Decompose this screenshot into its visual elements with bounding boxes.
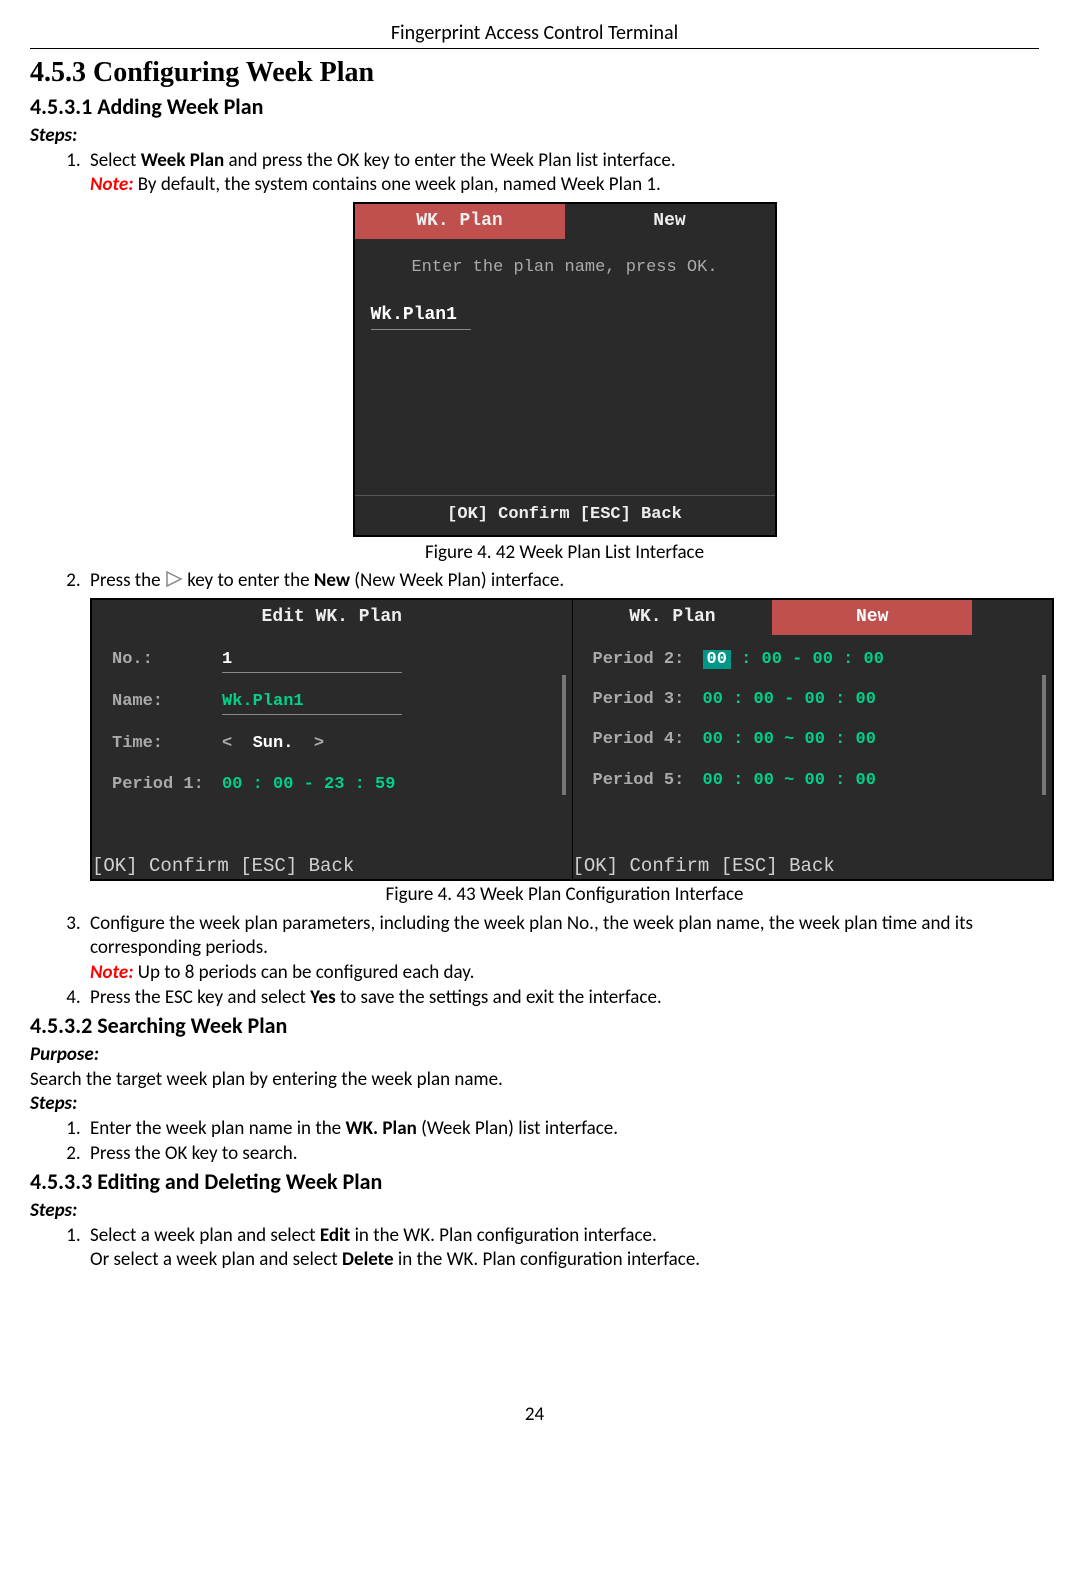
tab-bar: WK. Plan New bbox=[573, 600, 1053, 635]
new-wk-plan-panel: WK. Plan New Period 2: 00 : 00 - 00 : 00… bbox=[573, 600, 1053, 879]
time-selector[interactable]: < Sun. > bbox=[222, 733, 324, 755]
section-heading-4533: 4.5.3.3 Editing and Deleting Week Plan bbox=[30, 1168, 1039, 1197]
period3-label: Period 3: bbox=[593, 689, 703, 711]
figure-42-caption: Figure 4. 42 Week Plan List Interface bbox=[90, 541, 1039, 566]
edit-wk-plan-panel: Edit WK. Plan No.: 1 Name: Wk.Plan1 Time… bbox=[92, 600, 573, 879]
doc-header: Fingerprint Access Control Terminal bbox=[30, 20, 1039, 49]
page-number: 24 bbox=[30, 1403, 1039, 1428]
tab-wk-plan[interactable]: WK. Plan bbox=[573, 600, 773, 635]
week-plan-list-screenshot: WK. Plan New Enter the plan name, press … bbox=[353, 202, 777, 536]
note-label: Note: bbox=[90, 173, 133, 196]
tab-new[interactable]: New bbox=[772, 600, 972, 635]
steps-list-editing: Select a week plan and select Edit in th… bbox=[60, 1224, 1039, 1273]
period5-value[interactable]: 00 : 00 ~ 00 : 00 bbox=[703, 770, 876, 792]
no-value[interactable]: 1 bbox=[222, 649, 402, 673]
time-label: Time: bbox=[112, 733, 222, 755]
steps-label: Steps: bbox=[30, 1092, 1039, 1117]
right-triangle-icon bbox=[165, 569, 183, 592]
period2-label: Period 2: bbox=[593, 649, 703, 671]
purpose-text: Search the target week plan by entering … bbox=[30, 1068, 1039, 1093]
tab-wk-plan[interactable]: WK. Plan bbox=[355, 204, 565, 239]
tab-new[interactable]: New bbox=[565, 204, 775, 239]
step-a3: Configure the week plan parameters, incl… bbox=[85, 912, 1039, 986]
step-b1: Enter the week plan name in the WK. Plan… bbox=[85, 1117, 1039, 1142]
period1-value[interactable]: 00 : 00 - 23 : 59 bbox=[222, 774, 395, 796]
steps-list-searching: Enter the week plan name in the WK. Plan… bbox=[60, 1117, 1039, 1166]
week-plan-config-screenshot: Edit WK. Plan No.: 1 Name: Wk.Plan1 Time… bbox=[90, 598, 1054, 881]
period1-label: Period 1: bbox=[112, 774, 222, 796]
section-heading-453: 4.5.3 Configuring Week Plan bbox=[30, 55, 1039, 91]
period4-value[interactable]: 00 : 00 ~ 00 : 00 bbox=[703, 729, 876, 751]
no-label: No.: bbox=[112, 649, 222, 671]
footer-hints: [OK] Confirm [ESC] Back bbox=[573, 854, 1053, 879]
scrollbar[interactable] bbox=[1042, 675, 1046, 795]
name-value[interactable]: Wk.Plan1 bbox=[222, 692, 304, 711]
purpose-label: Purpose: bbox=[30, 1043, 1039, 1068]
section-heading-4531: 4.5.3.1 Adding Week Plan bbox=[30, 93, 1039, 122]
footer-hints: [OK] Confirm [ESC] Back bbox=[92, 854, 572, 879]
period5-label: Period 5: bbox=[593, 770, 703, 792]
panel-title: Edit WK. Plan bbox=[92, 600, 572, 635]
step-a4: Press the ESC key and select Yes to save… bbox=[85, 986, 1039, 1011]
tab-bar: WK. Plan New bbox=[355, 204, 775, 239]
figure-43-caption: Figure 4. 43 Week Plan Configuration Int… bbox=[90, 883, 1039, 908]
scrollbar[interactable] bbox=[562, 675, 566, 795]
note-label: Note: bbox=[90, 961, 133, 984]
section-heading-4532: 4.5.3.2 Searching Week Plan bbox=[30, 1012, 1039, 1041]
step-a2: Press the key to enter the New (New Week… bbox=[85, 569, 1039, 907]
instruction-text: Enter the plan name, press OK. bbox=[371, 257, 759, 279]
step-b2: Press the OK key to search. bbox=[85, 1142, 1039, 1167]
steps-label: Steps: bbox=[30, 124, 1039, 149]
steps-label: Steps: bbox=[30, 1199, 1039, 1224]
step-a1: Select Week Plan and press the OK key to… bbox=[85, 149, 1039, 566]
steps-list-adding: Select Week Plan and press the OK key to… bbox=[60, 149, 1039, 1011]
name-label: Name: bbox=[112, 691, 222, 713]
step-c1: Select a week plan and select Edit in th… bbox=[85, 1224, 1039, 1273]
plan-name-input[interactable]: Wk.Plan1 bbox=[371, 304, 471, 330]
period2-value[interactable]: 00 : 00 - 00 : 00 bbox=[703, 649, 884, 671]
period4-label: Period 4: bbox=[593, 729, 703, 751]
period3-value[interactable]: 00 : 00 - 00 : 00 bbox=[703, 689, 876, 711]
footer-hints: [OK] Confirm [ESC] Back bbox=[355, 495, 775, 534]
